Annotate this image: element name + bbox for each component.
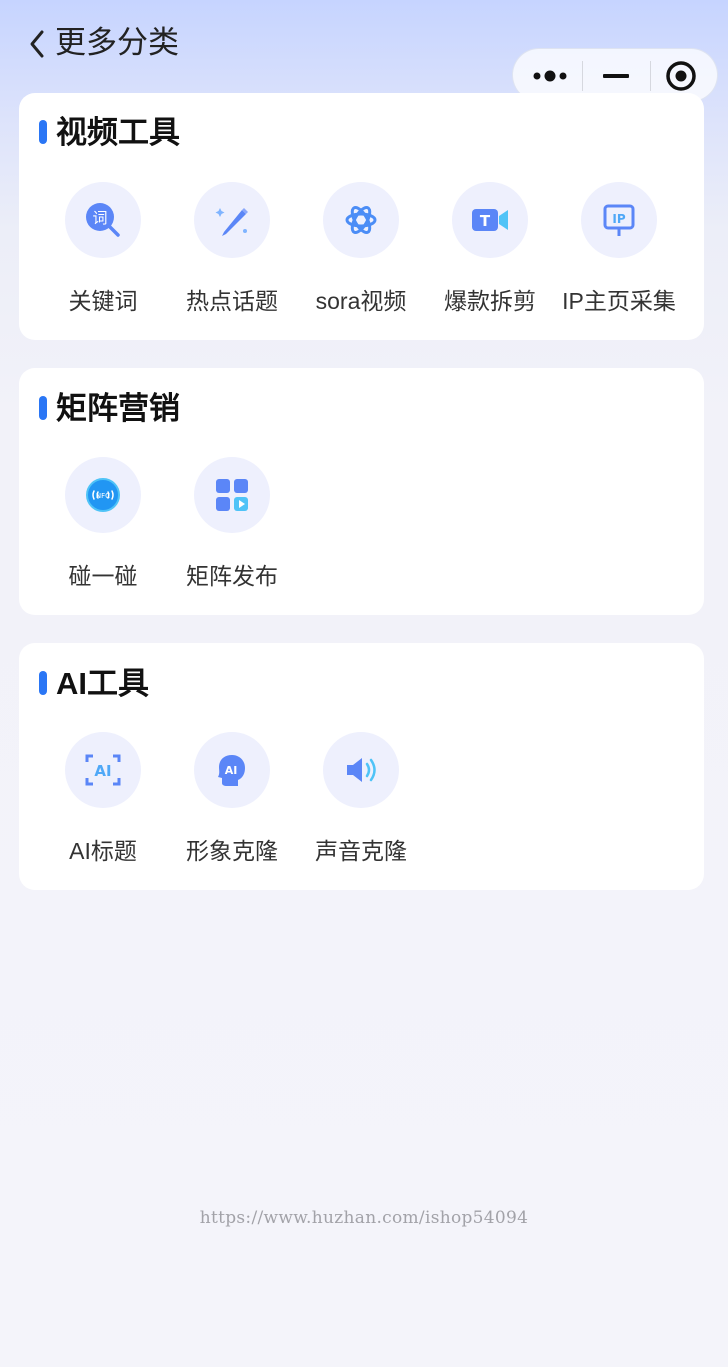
item-ip-homepage[interactable]: IP IP主页采集 [554, 182, 684, 332]
nfc-icon: NFC [86, 478, 120, 512]
ai-head-icon: AI [218, 755, 245, 786]
section-accent-bar [39, 396, 47, 420]
item-icon-circle: NFC [65, 457, 141, 533]
nav-bar: 更多分类 [0, 0, 728, 102]
item-label: 矩阵发布 [186, 563, 278, 589]
item-icon-circle [194, 182, 270, 258]
section-matrix-marketing: 矩阵营销 NFC 碰一碰 矩阵发布 [19, 368, 704, 615]
sparkle-pen-icon [215, 208, 248, 236]
page-title: 更多分类 [55, 25, 179, 60]
section-title: 视频工具 [56, 115, 180, 150]
item-icon-circle [194, 457, 270, 533]
video-camera-icon: T [472, 209, 508, 231]
item-icon-circle: IP [581, 182, 657, 258]
section-ai-tools: AI工具 AI AI标题 AI 形象克隆 声音克隆 [19, 643, 704, 890]
section-accent-bar [39, 671, 47, 695]
item-label: IP主页采集 [562, 288, 676, 314]
item-label: 声音克隆 [315, 838, 407, 864]
svg-text:NFC: NFC [96, 492, 110, 500]
item-icon-circle [323, 182, 399, 258]
speaker-icon [347, 758, 376, 782]
svg-text:IP: IP [612, 212, 625, 226]
grid-video-icon [216, 479, 248, 511]
item-matrix-publish[interactable]: 矩阵发布 [167, 457, 297, 607]
item-voice-clone[interactable]: 声音克隆 [296, 732, 426, 882]
item-icon-circle: 词 [65, 182, 141, 258]
svg-text:T: T [480, 212, 491, 230]
ai-frame-icon: AI [85, 754, 121, 786]
sora-logo-icon [345, 206, 377, 234]
section-title: 矩阵营销 [56, 391, 180, 426]
ip-board-icon: IP [603, 204, 635, 236]
svg-text:词: 词 [92, 209, 107, 227]
item-icon-circle: AI [194, 732, 270, 808]
section-accent-bar [39, 120, 47, 144]
svg-text:AI: AI [225, 764, 238, 777]
watermark-text: https://www.huzhan.com/ishop54094 [199, 1208, 529, 1228]
section-video-tools: 视频工具 词 关键词 热点话题 sora视频 T 爆款拆剪 IP IP主页采集 [19, 93, 704, 340]
keyword-search-icon: 词 [86, 203, 120, 237]
item-icon-circle: T [452, 182, 528, 258]
item-icon-circle [323, 732, 399, 808]
section-title: AI工具 [56, 666, 149, 701]
item-icon-circle: AI [65, 732, 141, 808]
svg-text:AI: AI [94, 762, 111, 780]
